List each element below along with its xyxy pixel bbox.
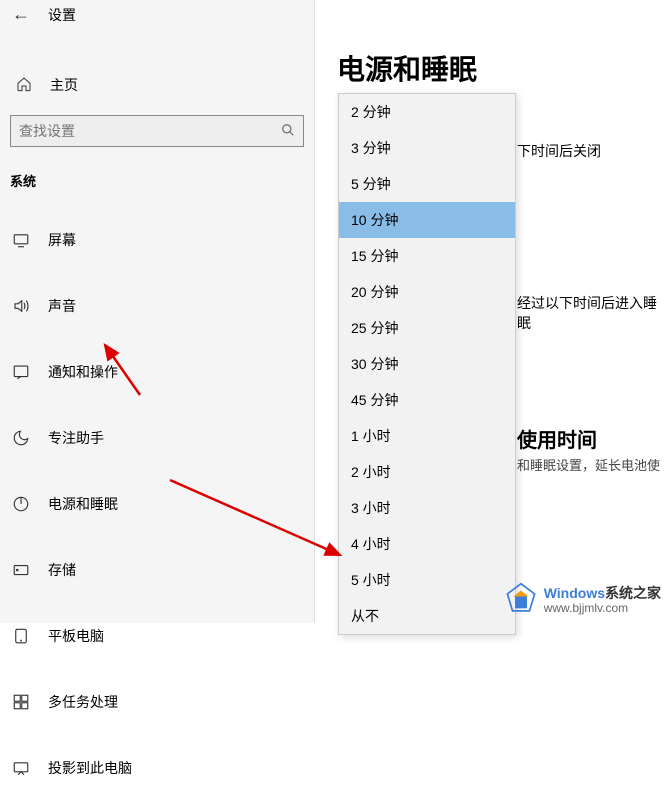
storage-icon xyxy=(12,561,30,579)
dropdown-option[interactable]: 1 小时 xyxy=(339,418,515,454)
time-dropdown[interactable]: 2 分钟 3 分钟 5 分钟 10 分钟 15 分钟 20 分钟 25 分钟 3… xyxy=(338,93,516,635)
sidebar-item-projecting[interactable]: 投影到此电脑 xyxy=(0,744,314,792)
dropdown-option[interactable]: 15 分钟 xyxy=(339,238,515,274)
dropdown-option[interactable]: 30 分钟 xyxy=(339,346,515,382)
dropdown-option[interactable]: 45 分钟 xyxy=(339,382,515,418)
dropdown-option[interactable]: 4 小时 xyxy=(339,526,515,562)
back-icon[interactable]: ← xyxy=(12,4,30,25)
dropdown-option[interactable]: 25 分钟 xyxy=(339,310,515,346)
dropdown-option-selected[interactable]: 10 分钟 xyxy=(339,202,515,238)
dropdown-option[interactable]: 2 小时 xyxy=(339,454,515,490)
watermark: Windows系统之家 www.bjjmlv.com xyxy=(504,582,661,619)
header-title: 设置 xyxy=(48,5,76,25)
dropdown-option[interactable]: 5 分钟 xyxy=(339,166,515,202)
sleep-desc-partial: 经过以下时间后进入睡眠 xyxy=(517,293,667,333)
sidebar-item-home[interactable]: 主页 xyxy=(0,63,314,107)
sidebar-item-display[interactable]: 屏幕 xyxy=(0,216,314,264)
nav-list: 屏幕 声音 通知和操作 专注助手 电源和睡眠 存储 xyxy=(0,216,314,792)
notification-icon xyxy=(12,363,30,381)
dropdown-option[interactable]: 20 分钟 xyxy=(339,274,515,310)
nav-label: 专注助手 xyxy=(48,428,104,448)
search-box[interactable] xyxy=(10,115,304,147)
hint-text-partial: 和睡眠设置，延长电池使 xyxy=(517,455,660,474)
dropdown-option[interactable]: 3 分钟 xyxy=(339,130,515,166)
sidebar-item-tablet[interactable]: 平板电脑 xyxy=(0,612,314,660)
nav-label: 电源和睡眠 xyxy=(48,494,118,514)
search-icon xyxy=(281,123,295,140)
dropdown-option[interactable]: 2 分钟 xyxy=(339,94,515,130)
search-input[interactable] xyxy=(19,123,281,139)
nav-label: 存储 xyxy=(48,560,76,580)
section-label: 系统 xyxy=(0,159,314,198)
project-icon xyxy=(12,759,30,777)
sidebar-item-power[interactable]: 电源和睡眠 xyxy=(0,480,314,528)
multitask-icon xyxy=(12,693,30,711)
nav-label: 通知和操作 xyxy=(48,362,118,382)
screen-off-desc-partial: 下时间后关闭 xyxy=(517,141,601,161)
nav-label: 平板电脑 xyxy=(48,626,104,646)
sidebar: ← 设置 主页 系统 屏幕 声音 xyxy=(0,0,315,623)
watermark-logo-icon xyxy=(504,582,538,619)
sidebar-item-notifications[interactable]: 通知和操作 xyxy=(0,348,314,396)
watermark-url: www.bjjmlv.com xyxy=(544,602,661,615)
sidebar-item-storage[interactable]: 存储 xyxy=(0,546,314,594)
display-icon xyxy=(12,231,30,249)
nav-label: 声音 xyxy=(48,296,76,316)
nav-label: 多任务处理 xyxy=(48,692,118,712)
nav-label: 投影到此电脑 xyxy=(48,758,132,778)
section-title-partial: 使用时间 xyxy=(517,424,597,453)
dropdown-option[interactable]: 3 小时 xyxy=(339,490,515,526)
search-wrap xyxy=(0,107,314,159)
tablet-icon xyxy=(12,627,30,645)
watermark-brand: Windows系统之家 xyxy=(544,586,661,601)
nav-label: 屏幕 xyxy=(48,230,76,250)
sidebar-item-sound[interactable]: 声音 xyxy=(0,282,314,330)
sidebar-item-focus[interactable]: 专注助手 xyxy=(0,414,314,462)
power-icon xyxy=(12,495,30,513)
home-icon xyxy=(16,76,32,95)
sound-icon xyxy=(12,297,30,315)
dropdown-option[interactable]: 5 小时 xyxy=(339,562,515,598)
home-label: 主页 xyxy=(50,75,78,95)
dropdown-option[interactable]: 从不 xyxy=(339,598,515,634)
page-title: 电源和睡眠 xyxy=(337,48,667,88)
focus-icon xyxy=(12,429,30,447)
header: ← 设置 xyxy=(0,0,314,33)
sidebar-item-multitask[interactable]: 多任务处理 xyxy=(0,678,314,726)
